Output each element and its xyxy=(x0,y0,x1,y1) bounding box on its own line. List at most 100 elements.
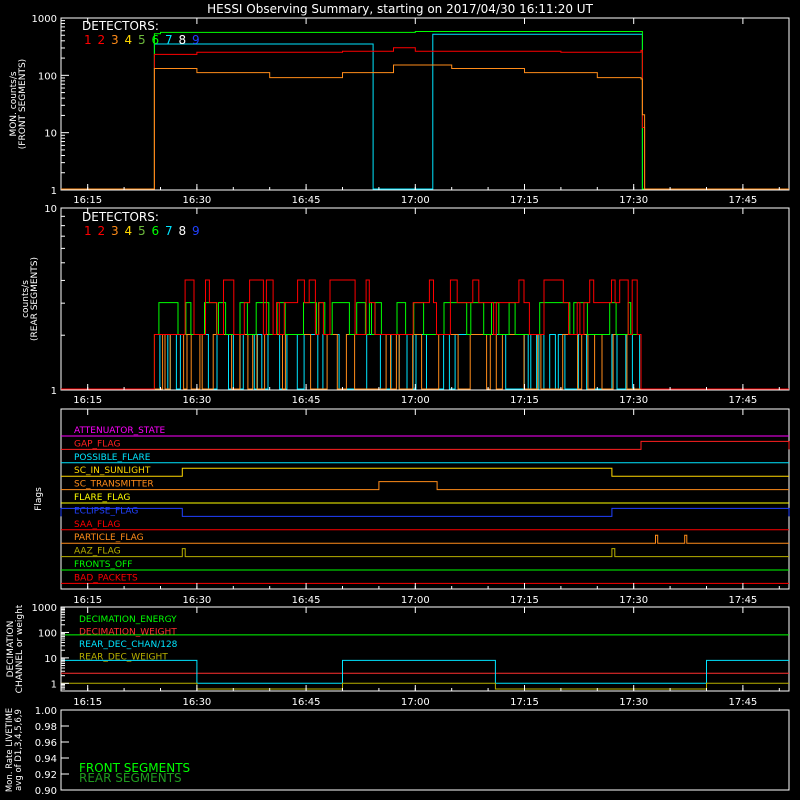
front-series-line-2 xyxy=(61,31,789,190)
livetime-ytick-label: 0.96 xyxy=(35,738,57,749)
flag-label-6: FLARE_FLAG xyxy=(74,493,130,503)
front-series-group xyxy=(61,31,789,190)
front-legend-title: DETECTORS: xyxy=(82,19,159,33)
decimation-xtick-label: 17:30 xyxy=(619,697,648,708)
decimation-legend-item-2: DECIMATION_WEIGHT xyxy=(79,628,177,638)
figure-title: HESSI Observing Summary, starting on 201… xyxy=(207,2,593,16)
rear-detector-legend: 123456789 xyxy=(84,224,200,238)
livetime-y-ticks: 0.90 0.92 0.94 0.96 0.98 1.00 xyxy=(35,706,69,797)
front-xtick-label: 17:00 xyxy=(401,195,430,206)
rear-y-ticks: 1 10 xyxy=(44,204,69,397)
flag-line-10 xyxy=(61,548,789,558)
decimation-legend: DECIMATION_ENERGY DECIMATION_WEIGHT REAR_D… xyxy=(79,615,178,663)
decimation-series-line-4 xyxy=(61,682,789,690)
rear-ytick-label: 1 xyxy=(51,386,57,397)
flag-label-2: GAP_FLAG xyxy=(74,439,120,449)
rear-xtick-label: 16:30 xyxy=(182,395,211,406)
front-xtick-label: 17:30 xyxy=(619,195,648,206)
front-xtick-label: 16:15 xyxy=(73,195,102,206)
flags-xtick-label: 17:00 xyxy=(401,595,430,606)
decimation-y-ticks: 1 10 100 1000 xyxy=(32,603,69,692)
decimation-legend-item-4: REAR_DEC_WEIGHT xyxy=(79,653,168,663)
front-legend-detector-4: 4 xyxy=(125,33,133,47)
rear-panel: 110 16:15 16:30 16:45 17:00 17:15 17:30 17:45 … xyxy=(21,204,790,406)
front-ytick-label: 10 xyxy=(44,129,57,140)
livetime-ytick-label: 1.00 xyxy=(35,706,57,717)
front-legend-detector-3: 3 xyxy=(111,33,119,47)
rear-legend-detector-1: 1 xyxy=(84,224,92,238)
rear-xtick-label: 16:15 xyxy=(73,395,102,406)
flag-label-11: FRONTS_OFF xyxy=(74,560,132,570)
front-xtick-label: 17:15 xyxy=(510,195,539,206)
front-series-line-1 xyxy=(61,33,789,190)
decimation-xtick-label: 17:15 xyxy=(510,697,539,708)
livetime-ytick-label: 0.98 xyxy=(35,722,57,733)
rear-legend-detector-8: 8 xyxy=(179,224,187,238)
front-y-ticks: 1 10 100 1000 xyxy=(32,14,69,197)
rear-xtick-label: 17:45 xyxy=(728,395,757,406)
rear-ylabel2: (REAR SEGMENTS) xyxy=(30,257,40,341)
flag-line-7 xyxy=(60,507,790,517)
front-panel: 1 10 100 1000 16:15 16:30 16:45 17:00 17:15 17:3… xyxy=(9,14,790,206)
flags-ylabel: Flags xyxy=(34,487,44,511)
flag-line-5 xyxy=(61,481,789,491)
decimation-legend-item-1: DECIMATION_ENERGY xyxy=(79,615,177,625)
livetime-ytick-label: 0.92 xyxy=(35,770,57,781)
decimation-xtick-label: 17:00 xyxy=(401,697,430,708)
front-legend-detector-6: 6 xyxy=(152,33,160,47)
decimation-ytick-label: 100 xyxy=(38,628,57,639)
decimation-ytick-label: 10 xyxy=(44,654,57,665)
livetime-legend-item-2: REAR SEGMENTS xyxy=(79,771,182,785)
rear-legend-detector-6: 6 xyxy=(152,224,160,238)
flags-xtick-label: 17:15 xyxy=(510,595,539,606)
front-legend-detector-9: 9 xyxy=(192,33,200,47)
decimation-series-line-3 xyxy=(61,659,789,684)
rear-series-line-2 xyxy=(61,334,789,390)
flag-line-4 xyxy=(61,467,789,477)
flag-line-2 xyxy=(61,440,790,450)
flag-label-3: POSSIBLE_FLARE xyxy=(74,453,151,463)
decimation-xtick-label: 16:30 xyxy=(182,697,211,708)
rear-legend-detector-3: 3 xyxy=(111,224,119,238)
front-legend-detector-2: 2 xyxy=(98,33,106,47)
observing-summary-figure: HESSI Observing Summary, starting on 201… xyxy=(0,0,800,800)
decimation-ylabel2: CHANNEL or weight xyxy=(15,604,25,693)
front-detector-legend: 123456789 xyxy=(84,33,200,47)
rear-series-group xyxy=(61,279,789,390)
livetime-legend: FRONT SEGMENTSREAR SEGMENTS xyxy=(79,761,190,785)
rear-legend-detector-2: 2 xyxy=(98,224,106,238)
rear-xtick-label: 17:30 xyxy=(619,395,648,406)
decimation-panel: 1 10 100 1000 16:15 16:30 16:45 17:00 17:15 17:3… xyxy=(6,603,790,708)
livetime-ylabel2: avg of D1,3,4,5,6,9 xyxy=(14,709,24,791)
rear-legend-detector-4: 4 xyxy=(125,224,133,238)
rear-legend-detector-5: 5 xyxy=(138,224,146,238)
front-ytick-label: 1000 xyxy=(32,14,57,25)
front-ytick-label: 100 xyxy=(38,71,57,82)
front-xtick-label: 17:45 xyxy=(728,195,757,206)
front-legend-detector-1: 1 xyxy=(84,33,92,47)
front-legend-detector-8: 8 xyxy=(179,33,187,47)
flag-line-9 xyxy=(61,534,789,544)
rear-legend-detector-9: 9 xyxy=(192,224,200,238)
rear-xtick-label: 16:45 xyxy=(292,395,321,406)
flag-label-10: AAZ_FLAG xyxy=(74,547,121,557)
front-series-line-4 xyxy=(61,64,789,190)
flag-label-8: SAA_FLAG xyxy=(74,520,120,530)
flag-rows-group: ATTENUATOR_STATE GAP_FLAG POSSIBLE_FLARE SC… xyxy=(60,426,790,584)
decimation-ytick-label: 1000 xyxy=(32,603,57,614)
rear-legend-detector-7: 7 xyxy=(165,224,173,238)
flag-label-12: BAD_PACKETS xyxy=(74,573,138,583)
rear-legend-title: DETECTORS: xyxy=(82,210,159,224)
front-xtick-label: 16:30 xyxy=(182,195,211,206)
front-ytick-label: 1 xyxy=(51,186,57,197)
front-legend-detector-5: 5 xyxy=(138,33,146,47)
livetime-ytick-label: 0.94 xyxy=(35,754,57,765)
decimation-xtick-label: 16:45 xyxy=(292,697,321,708)
flag-label-1: ATTENUATOR_STATE xyxy=(74,426,166,436)
decimation-xtick-label: 17:45 xyxy=(728,697,757,708)
decimation-legend-item-3: REAR_DEC_CHAN/128 xyxy=(79,640,178,650)
flags-xtick-label: 17:30 xyxy=(619,595,648,606)
rear-xtick-label: 17:15 xyxy=(510,395,539,406)
decimation-ytick-label: 1 xyxy=(51,679,57,690)
decimation-xtick-label: 16:15 xyxy=(73,697,102,708)
